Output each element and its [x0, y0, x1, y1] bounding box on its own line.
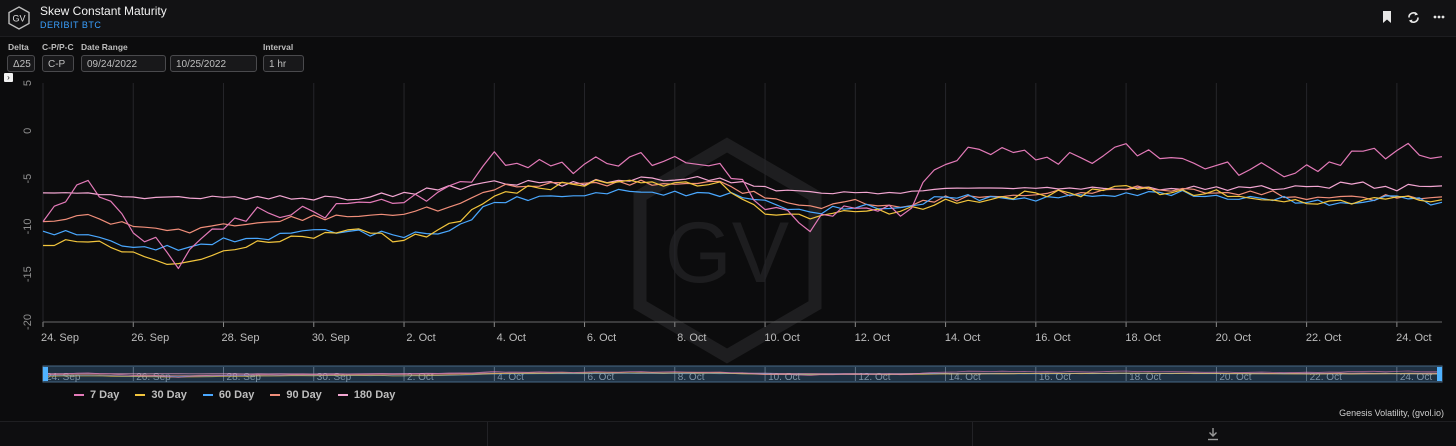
legend-swatch — [270, 394, 281, 396]
refresh-icon[interactable] — [1406, 10, 1420, 24]
x-tick-label: 16. Oct — [1035, 332, 1070, 344]
range-navigator[interactable]: 24. Sep 26. Sep 28. Sep 30. Sep 2. Oct 4. Oct… — [42, 365, 1443, 383]
svg-text:GV: GV — [12, 14, 25, 24]
svg-text:GV: GV — [665, 205, 789, 301]
x-tick-label: 24. Oct — [1396, 332, 1431, 344]
x-tick-label: 24. Sep — [41, 332, 79, 344]
date-range-label: Date Range — [81, 42, 128, 52]
legend-label: 60 Day — [218, 389, 255, 401]
legend-swatch — [135, 394, 146, 396]
legend-item-30-day[interactable]: 30 Day — [135, 389, 187, 401]
y-tick-label: -5 — [22, 174, 34, 184]
x-tick-label: 12. Oct — [855, 332, 890, 344]
chart-legend: 7 Day 30 Day 60 Day 90 Day 180 Day — [74, 389, 395, 401]
gv-watermark: GV — [633, 137, 822, 364]
legend-swatch — [202, 394, 213, 396]
chart-header: GV Skew Constant Maturity DERIBIT BTC — [0, 0, 1456, 37]
bookmark-icon[interactable] — [1380, 10, 1394, 24]
delta-label: Delta — [8, 42, 29, 52]
footer-divider — [972, 422, 973, 446]
start-date-input[interactable]: 09/24/2022 — [81, 55, 166, 72]
cp-select[interactable]: C-P — [42, 55, 74, 72]
legend-item-7-day[interactable]: 7 Day — [74, 389, 119, 401]
footer-divider — [487, 422, 488, 446]
legend-item-90-day[interactable]: 90 Day — [270, 389, 322, 401]
legend-label: 180 Day — [353, 389, 396, 401]
page-title: Skew Constant Maturity — [40, 4, 167, 18]
exchange-subtitle: DERIBIT BTC — [40, 20, 102, 30]
x-tick-label: 22. Oct — [1306, 332, 1341, 344]
x-tick-label: 6. Oct — [587, 332, 616, 344]
legend-swatch — [74, 394, 84, 396]
y-tick-label: -15 — [22, 266, 34, 282]
legend-swatch — [337, 394, 348, 396]
legend-label: 90 Day — [286, 389, 322, 401]
x-tick-label: 8. Oct — [677, 332, 706, 344]
y-tick-label: -10 — [22, 218, 34, 234]
y-tick-label: -20 — [22, 314, 34, 330]
interval-select[interactable]: 1 hr — [263, 55, 304, 72]
legend-item-60-day[interactable]: 60 Day — [202, 389, 255, 401]
x-tick-label: 4. Oct — [497, 332, 526, 344]
x-tick-label: 26. Sep — [131, 332, 169, 344]
x-tick-label: 30. Sep — [312, 332, 350, 344]
delta-select[interactable]: Δ25 — [7, 55, 35, 72]
legend-item-180-day[interactable]: 180 Day — [337, 389, 396, 401]
y-tick-label: 0 — [22, 128, 34, 134]
navigator-left-handle[interactable] — [43, 367, 48, 381]
y-tick-label: 5 — [22, 80, 34, 86]
download-icon[interactable] — [1206, 427, 1220, 441]
legend-label: 7 Day — [90, 389, 120, 401]
x-tick-label: 14. Oct — [945, 332, 980, 344]
skew-chart: GV 50-5-10-15-20 24. Sep 26. Sep 28. Sep 30… — [22, 80, 1443, 383]
legend-label: 30 Day — [151, 389, 187, 401]
cp-label: C-P/P-C — [42, 42, 74, 52]
x-tick-label: 18. Oct — [1125, 332, 1160, 344]
interval-label: Interval — [263, 42, 294, 52]
chart-footer — [0, 421, 1456, 446]
chart-credit: Genesis Volatility, (gvol.io) — [1339, 408, 1444, 418]
more-icon[interactable] — [1432, 10, 1446, 24]
end-date-input[interactable]: 10/25/2022 — [170, 55, 257, 72]
x-tick-label: 20. Oct — [1216, 332, 1251, 344]
x-tick-label: 10. Oct — [764, 332, 799, 344]
x-tick-label: 28. Sep — [222, 332, 260, 344]
gv-logo-icon: GV — [8, 6, 30, 30]
navigator-right-handle[interactable] — [1437, 367, 1442, 381]
x-tick-label: 2. Oct — [406, 332, 435, 344]
